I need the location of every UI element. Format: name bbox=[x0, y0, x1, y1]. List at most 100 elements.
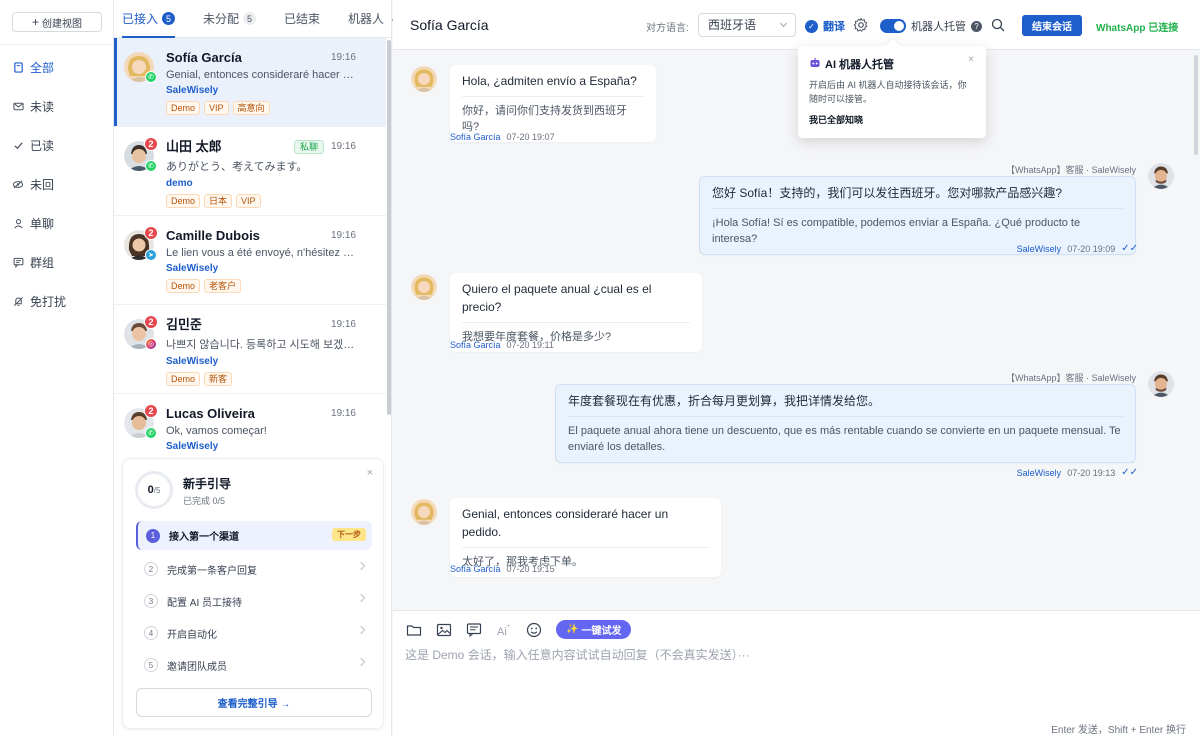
language-label: 对方语言: bbox=[646, 23, 689, 34]
chevron-right-icon bbox=[356, 657, 366, 667]
avatar bbox=[1148, 163, 1174, 189]
step-label: 接入第一个渠道 bbox=[169, 532, 239, 543]
image-icon[interactable] bbox=[436, 622, 452, 638]
tab-count-badge: 5 bbox=[243, 12, 257, 25]
robot-icon bbox=[809, 57, 821, 71]
message-time: 07-20 19:15 bbox=[506, 564, 555, 574]
guide-title: 新手引导 bbox=[183, 477, 232, 491]
conversation-tags: Demo 老客户 bbox=[166, 279, 376, 293]
toggle-switch[interactable] bbox=[880, 19, 906, 33]
conversation-item[interactable]: 2 ◎ 김민준 19:16 나쁘지 않습니다. 등록하고 시도해 보겠습니다. … bbox=[114, 305, 386, 394]
conversation-preview: ありがとう、考えてみます。 bbox=[166, 161, 308, 173]
tag: Demo bbox=[166, 194, 201, 208]
tag: VIP bbox=[236, 194, 261, 208]
nav-item-label: 免打扰 bbox=[30, 295, 67, 309]
tab-connected[interactable]: 已接入 5 bbox=[122, 0, 185, 38]
nav-item-groups[interactable]: 群组 bbox=[0, 243, 113, 282]
incoming-message[interactable]: Hola, ¿admiten envío a España? 你好，请问你们支持… bbox=[450, 65, 656, 142]
conversation-item[interactable]: 2 ➤ Camille Dubois 19:16 Le lien vous a … bbox=[114, 216, 386, 305]
message-time: 07-20 19:13 bbox=[1067, 467, 1116, 478]
guide-progress-den: /5 bbox=[153, 485, 161, 495]
guide-step[interactable]: 3 配置 AI 员工接待 bbox=[136, 585, 372, 617]
list-scrollbar[interactable] bbox=[387, 40, 391, 415]
close-icon[interactable]: × bbox=[367, 467, 373, 479]
close-icon[interactable]: × bbox=[968, 54, 974, 65]
quick-reply-icon[interactable] bbox=[466, 622, 482, 638]
language-select[interactable]: 西班牙语 bbox=[698, 13, 796, 37]
eye-slash-icon bbox=[12, 179, 24, 191]
double-check-icon: ✓✓ bbox=[1121, 243, 1138, 254]
ai-icon[interactable]: Ai + bbox=[496, 622, 512, 638]
chat-group-icon bbox=[12, 257, 24, 269]
view-full-guide-button[interactable]: 查看完整引导 → bbox=[136, 688, 372, 717]
conversation-item[interactable]: 2 ✆ Lucas Oliveira 19:16 Ok, vamos começ… bbox=[114, 394, 386, 458]
popover-title-text: AI 机器人托管 bbox=[825, 59, 895, 71]
tag: Demo bbox=[166, 101, 201, 115]
folder-icon[interactable] bbox=[406, 622, 422, 638]
step-label: 邀请团队成员 bbox=[167, 661, 227, 673]
whatsapp-icon: ✆ bbox=[145, 71, 157, 83]
tab-unassigned[interactable]: 未分配 5 bbox=[203, 0, 266, 38]
conversation-panel: 已接入 5 未分配 5 已结束 机器人 4 ✆ Sofía García 19:… bbox=[114, 0, 397, 736]
nav-item-label: 单聊 bbox=[30, 217, 55, 231]
avatar bbox=[411, 499, 437, 525]
conversation-preview: 나쁘지 않습니다. 등록하고 시도해 보겠습니다. bbox=[166, 339, 358, 351]
tab-ended[interactable]: 已结束 bbox=[284, 0, 330, 38]
one-click-trial-button[interactable]: ✨ 一键试发 bbox=[556, 620, 632, 639]
gear-icon[interactable] bbox=[853, 17, 869, 33]
chevron-right-icon bbox=[356, 625, 366, 635]
conversation-agent: SaleWisely bbox=[166, 356, 219, 367]
nav-item-unread[interactable]: 未读 bbox=[0, 87, 113, 126]
guide-step[interactable]: 4 开启自动化 bbox=[136, 617, 372, 649]
tag: VIP bbox=[204, 101, 229, 115]
nav-sidebar: + 创建视图 全部 未读 已读 未回 单聊 群组 免打扰 bbox=[0, 0, 114, 736]
conversation-preview: Genial, entonces consideraré hacer un pe… bbox=[166, 69, 358, 81]
search-icon[interactable] bbox=[991, 18, 1005, 32]
guide-step[interactable]: 1 接入第一个渠道 下一步 bbox=[136, 521, 372, 550]
step-label: 配置 AI 员工接待 bbox=[167, 597, 243, 609]
translate-toggle[interactable]: ✓ 翻译 bbox=[805, 18, 845, 34]
chat-title: Sofía García bbox=[410, 17, 489, 33]
double-check-icon: ✓✓ bbox=[1121, 467, 1138, 478]
outgoing-message[interactable]: 年度套餐现在有优惠，折合每月更划算，我把详情发给您。 El paquete an… bbox=[555, 384, 1136, 463]
outgoing-channel-label: 【WhatsApp】客服 · SaleWisely bbox=[1005, 373, 1136, 383]
robot-hosting-toggle[interactable]: 机器人托管 ? bbox=[880, 18, 982, 34]
message-sender: Sofía García bbox=[450, 564, 501, 574]
nav-item-single[interactable]: 单聊 bbox=[0, 204, 113, 243]
end-conversation-button[interactable]: 结束会话 bbox=[1022, 15, 1082, 36]
conversation-item[interactable]: ✆ Sofía García 19:16 Genial, entonces co… bbox=[114, 38, 386, 127]
message-list: Hola, ¿admiten envío a España? 你好，请问你们支持… bbox=[393, 50, 1200, 610]
nav-item-label: 未回 bbox=[30, 178, 55, 192]
composer: Ai+ ✨ 一键试发 Enter 发送，Shift + Enter 换行 bbox=[393, 610, 1200, 736]
nav-item-dnd[interactable]: 免打扰 bbox=[0, 282, 113, 321]
robot-hosting-label: 机器人托管 bbox=[911, 21, 966, 33]
whatsapp-status: WhatsApp 已连接 bbox=[1096, 23, 1179, 34]
help-icon[interactable]: ? bbox=[971, 20, 982, 32]
sparkle-icon: ✨ bbox=[566, 624, 579, 635]
conversation-item[interactable]: 2 ✆ 山田 太郎 私聊 19:16 ありがとう、考えてみます。 demo De… bbox=[114, 127, 386, 216]
create-view-label: 创建视图 bbox=[42, 18, 82, 30]
emoji-icon[interactable] bbox=[526, 622, 542, 638]
message-scrollbar[interactable] bbox=[1194, 55, 1198, 155]
nav-item-label: 已读 bbox=[30, 139, 55, 153]
avatar bbox=[411, 274, 437, 300]
plus-icon: + bbox=[31, 15, 39, 29]
guide-step[interactable]: 2 完成第一条客户回复 bbox=[136, 553, 372, 585]
nav-item-read[interactable]: 已读 bbox=[0, 126, 113, 165]
nav-item-unreplied[interactable]: 未回 bbox=[0, 165, 113, 204]
conversation-time: 19:16 bbox=[330, 408, 356, 419]
trial-label: 一键试发 bbox=[581, 626, 622, 637]
conversation-agent: SaleWisely bbox=[166, 85, 219, 96]
chat-header: Sofía García 对方语言: 西班牙语 ✓ 翻译 机器人托管 ? 结束会… bbox=[393, 0, 1200, 138]
nav-item-all[interactable]: 全部 bbox=[0, 48, 113, 87]
message-translation: El paquete anual ahora tiene un descuent… bbox=[568, 416, 1123, 455]
guide-step[interactable]: 5 邀请团队成员 bbox=[136, 649, 372, 681]
nav-item-label: 全部 bbox=[30, 61, 55, 75]
create-view-button[interactable]: + 创建视图 bbox=[12, 12, 102, 32]
message-input[interactable] bbox=[405, 645, 1185, 665]
acknowledge-link[interactable]: 我已全部知晓 bbox=[809, 113, 975, 126]
unread-badge: 2 bbox=[144, 226, 158, 240]
tab-label: 未分配 bbox=[203, 12, 240, 26]
telegram-icon: ➤ bbox=[145, 249, 157, 261]
message-text: 年度套餐现在有优惠，折合每月更划算，我把详情发给您。 bbox=[568, 394, 881, 408]
